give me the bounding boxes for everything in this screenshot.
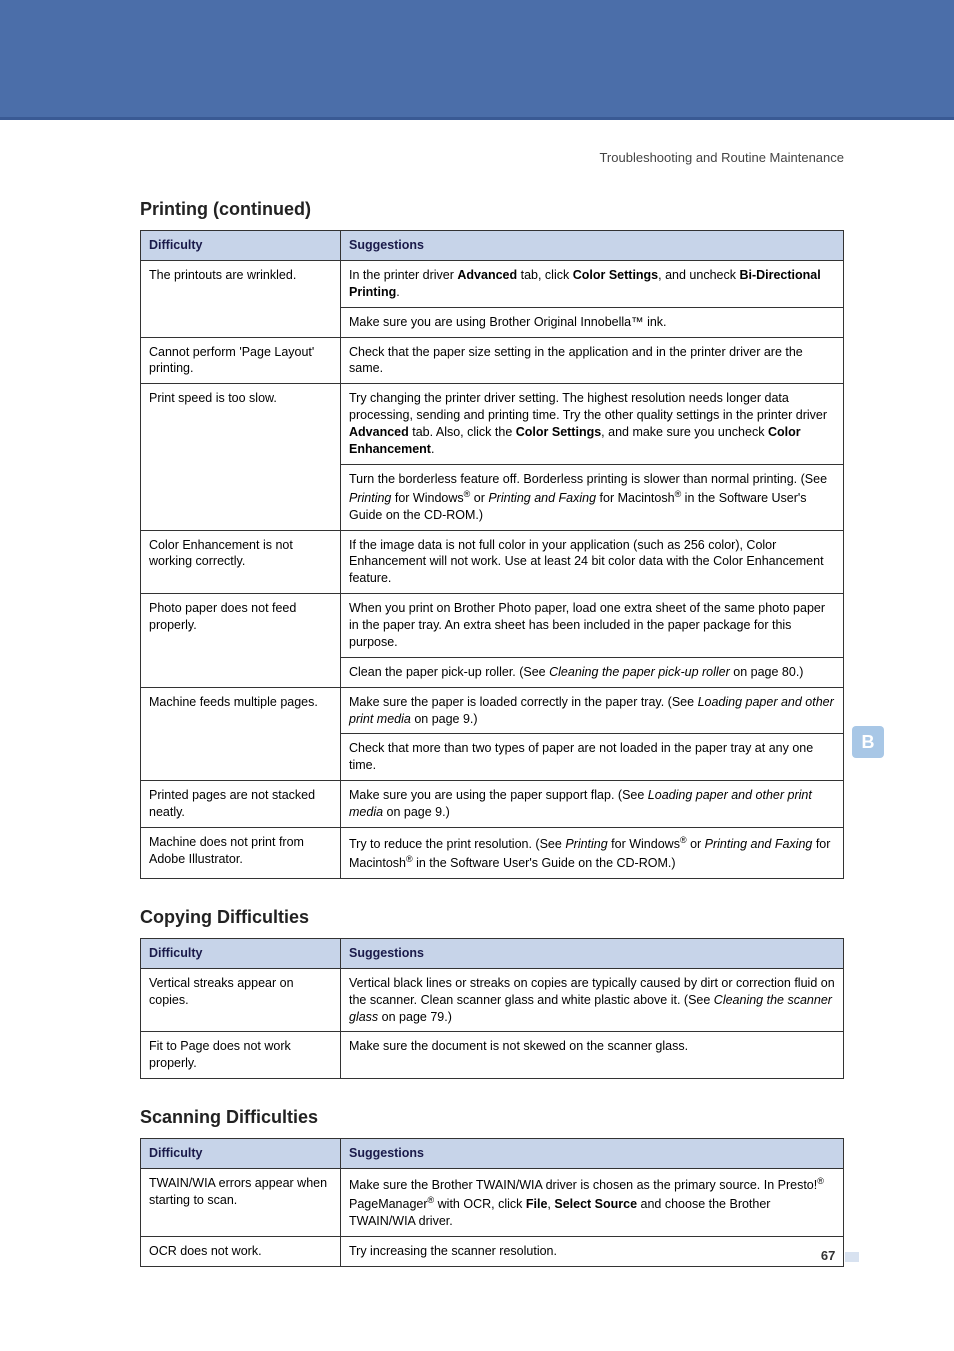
cell-suggestion: Make sure you are using Brother Original… (341, 307, 844, 337)
cell-difficulty: OCR does not work. (141, 1237, 341, 1267)
cell-suggestion: Check that more than two types of paper … (341, 734, 844, 781)
cell-suggestion: Try to reduce the print resolution. (See… (341, 827, 844, 878)
section-tab: B (852, 726, 884, 758)
page-marker-icon (845, 1252, 859, 1262)
sections: Printing (continued)DifficultySuggestion… (140, 199, 844, 1267)
difficulty-table: DifficultySuggestionsTWAIN/WIA errors ap… (140, 1138, 844, 1267)
cell-suggestion: If the image data is not full color in y… (341, 530, 844, 594)
cell-difficulty: Print speed is too slow. (141, 384, 341, 530)
table-row: Photo paper does not feed properly.When … (141, 594, 844, 658)
cell-suggestion: Turn the borderless feature off. Borderl… (341, 464, 844, 530)
table-row: Cannot perform 'Page Layout' printing.Ch… (141, 337, 844, 384)
cell-suggestion: In the printer driver Advanced tab, clic… (341, 260, 844, 307)
difficulty-table: DifficultySuggestionsThe printouts are w… (140, 230, 844, 879)
section-title: Scanning Difficulties (140, 1107, 844, 1128)
cell-difficulty: TWAIN/WIA errors appear when starting to… (141, 1169, 341, 1237)
page-footer: 67 (821, 1248, 859, 1263)
table-row: TWAIN/WIA errors appear when starting to… (141, 1169, 844, 1237)
cell-suggestion: Check that the paper size setting in the… (341, 337, 844, 384)
header-bar (0, 0, 954, 120)
table-row: Print speed is too slow.Try changing the… (141, 384, 844, 465)
cell-suggestion: Try increasing the scanner resolution. (341, 1237, 844, 1267)
section-title: Printing (continued) (140, 199, 844, 220)
col-suggestions: Suggestions (341, 231, 844, 261)
col-suggestions: Suggestions (341, 938, 844, 968)
table-header-row: DifficultySuggestions (141, 1139, 844, 1169)
cell-difficulty: Machine feeds multiple pages. (141, 687, 341, 781)
page-body: Troubleshooting and Routine Maintenance … (0, 120, 954, 1267)
cell-difficulty: Printed pages are not stacked neatly. (141, 781, 341, 828)
table-row: Machine feeds multiple pages.Make sure t… (141, 687, 844, 734)
table-row: Color Enhancement is not working correct… (141, 530, 844, 594)
col-suggestions: Suggestions (341, 1139, 844, 1169)
table-header-row: DifficultySuggestions (141, 231, 844, 261)
table-row: Printed pages are not stacked neatly.Mak… (141, 781, 844, 828)
cell-difficulty: Fit to Page does not work properly. (141, 1032, 341, 1079)
cell-difficulty: Color Enhancement is not working correct… (141, 530, 341, 594)
table-row: Fit to Page does not work properly.Make … (141, 1032, 844, 1079)
cell-difficulty: Vertical streaks appear on copies. (141, 968, 341, 1032)
table-row: The printouts are wrinkled.In the printe… (141, 260, 844, 307)
cell-difficulty: The printouts are wrinkled. (141, 260, 341, 337)
table-row: Vertical streaks appear on copies.Vertic… (141, 968, 844, 1032)
table-header-row: DifficultySuggestions (141, 938, 844, 968)
col-difficulty: Difficulty (141, 938, 341, 968)
cell-suggestion: Try changing the printer driver setting.… (341, 384, 844, 465)
cell-difficulty: Machine does not print from Adobe Illust… (141, 827, 341, 878)
page-number: 67 (821, 1248, 835, 1263)
cell-difficulty: Cannot perform 'Page Layout' printing. (141, 337, 341, 384)
cell-suggestion: Vertical black lines or streaks on copie… (341, 968, 844, 1032)
section-title: Copying Difficulties (140, 907, 844, 928)
breadcrumb: Troubleshooting and Routine Maintenance (140, 150, 844, 165)
col-difficulty: Difficulty (141, 231, 341, 261)
table-row: OCR does not work.Try increasing the sca… (141, 1237, 844, 1267)
cell-suggestion: Make sure the document is not skewed on … (341, 1032, 844, 1079)
cell-suggestion: When you print on Brother Photo paper, l… (341, 594, 844, 658)
difficulty-table: DifficultySuggestionsVertical streaks ap… (140, 938, 844, 1079)
cell-suggestion: Make sure you are using the paper suppor… (341, 781, 844, 828)
col-difficulty: Difficulty (141, 1139, 341, 1169)
cell-suggestion: Clean the paper pick-up roller. (See Cle… (341, 657, 844, 687)
table-row: Machine does not print from Adobe Illust… (141, 827, 844, 878)
cell-suggestion: Make sure the paper is loaded correctly … (341, 687, 844, 734)
cell-difficulty: Photo paper does not feed properly. (141, 594, 341, 688)
cell-suggestion: Make sure the Brother TWAIN/WIA driver i… (341, 1169, 844, 1237)
